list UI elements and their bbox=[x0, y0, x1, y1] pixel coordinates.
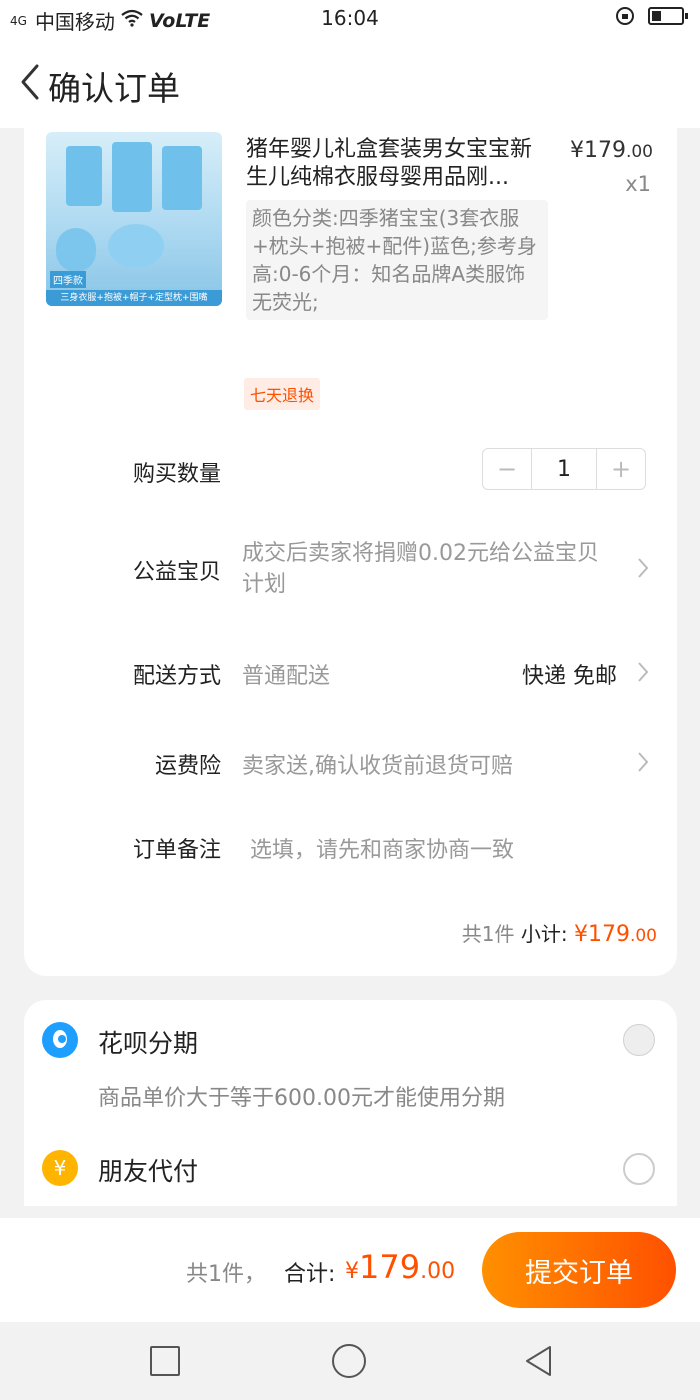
insurance-chevron-icon[interactable] bbox=[635, 750, 651, 774]
clock: 16:04 bbox=[321, 6, 379, 30]
total-count: 共1件， bbox=[186, 1262, 266, 1287]
thumb-hat bbox=[56, 228, 96, 272]
thumb-garment bbox=[162, 146, 202, 210]
insurance-label: 运费险 bbox=[154, 754, 221, 779]
quantity-stepper: − 1 + bbox=[482, 448, 646, 490]
charity-label: 公益宝贝 bbox=[132, 560, 221, 585]
product-quantity: x1 bbox=[625, 172, 651, 196]
page-title: 确认订单 bbox=[48, 69, 180, 108]
thumb-garment bbox=[66, 146, 102, 206]
charity-chevron-icon[interactable] bbox=[635, 556, 651, 580]
quantity-label: 购买数量 bbox=[132, 462, 221, 487]
thumb-tag: 四季款 bbox=[50, 271, 86, 288]
decrement-button[interactable]: − bbox=[483, 449, 531, 489]
system-nav-bar bbox=[0, 1322, 700, 1400]
return-badge: 七天退换 bbox=[244, 378, 321, 410]
increment-button[interactable]: + bbox=[597, 449, 645, 489]
chevron-left-icon bbox=[21, 64, 39, 100]
huabei-note: 商品单价大于等于600.00元才能使用分期 bbox=[98, 1086, 505, 1111]
payment-card: 花呗分期 商品单价大于等于600.00元才能使用分期 ¥ 朋友代付 bbox=[24, 1000, 677, 1206]
rotation-lock-icon bbox=[616, 7, 634, 25]
delivery-label: 配送方式 bbox=[132, 664, 221, 689]
huabei-radio[interactable] bbox=[623, 1024, 655, 1056]
checkout-bar: 共1件， 合计: ¥179.00 提交订单 bbox=[0, 1218, 700, 1322]
delivery-express[interactable]: 快递 免邮 bbox=[522, 658, 617, 690]
subtotal-count: 共1件 bbox=[461, 922, 515, 946]
product-sku: 颜色分类:四季猪宝宝(3套衣服+枕头+抱被+配件)蓝色;参考身高:0-6个月：知… bbox=[246, 200, 548, 320]
subtotal-label: 小计: bbox=[520, 922, 568, 946]
delivery-value[interactable]: 普通配送 bbox=[242, 658, 330, 690]
insurance-value[interactable]: 卖家送,确认收货前退货可赔 bbox=[242, 748, 513, 780]
friend-pay-radio[interactable] bbox=[623, 1153, 655, 1185]
home-icon[interactable] bbox=[332, 1344, 366, 1378]
thumb-strip: 三身衣服+抱被+帽子+定型枕+围嘴 bbox=[46, 290, 222, 306]
total-label: 合计: bbox=[284, 1262, 336, 1287]
product-price: ¥179.00 bbox=[569, 138, 653, 163]
submit-order-button[interactable]: 提交订单 bbox=[482, 1232, 676, 1308]
product-title[interactable]: 猪年婴儿礼盒套装男女宝宝新生儿纯棉衣服母婴用品刚... bbox=[246, 136, 546, 192]
huabei-title[interactable]: 花呗分期 bbox=[98, 1024, 198, 1060]
subtotal-amount: ¥179.00 bbox=[573, 922, 657, 947]
total-amount: ¥179.00 bbox=[345, 1248, 456, 1286]
friend-pay-title[interactable]: 朋友代付 bbox=[98, 1152, 198, 1188]
battery-icon bbox=[648, 7, 688, 25]
back-button[interactable] bbox=[10, 60, 50, 104]
back-triangle-icon[interactable] bbox=[522, 1344, 556, 1378]
subtotal: 共1件 小计: ¥179.00 bbox=[462, 918, 657, 947]
charity-value[interactable]: 成交后卖家将捐赠0.02元给公益宝贝计划 bbox=[242, 538, 612, 600]
recents-icon[interactable] bbox=[150, 1346, 180, 1376]
remark-label: 订单备注 bbox=[132, 838, 221, 863]
thumb-garment bbox=[112, 142, 152, 212]
thumb-pillow bbox=[108, 224, 164, 268]
quantity-value[interactable]: 1 bbox=[531, 449, 597, 489]
delivery-chevron-icon[interactable] bbox=[635, 660, 651, 684]
huabei-icon bbox=[42, 1022, 78, 1058]
product-thumbnail[interactable]: 四季款 三身衣服+抱被+帽子+定型枕+围嘴 bbox=[46, 132, 222, 306]
order-card: 四季款 三身衣服+抱被+帽子+定型枕+围嘴 猪年婴儿礼盒套装男女宝宝新生儿纯棉衣… bbox=[24, 128, 677, 976]
nav-bar: 确认订单 bbox=[0, 38, 700, 128]
status-bar: 4G 中国移动 VoLTE 16:04 bbox=[0, 0, 700, 38]
friend-pay-icon: ¥ bbox=[42, 1150, 78, 1186]
remark-input[interactable]: 选填，请先和商家协商一致 bbox=[250, 832, 514, 864]
